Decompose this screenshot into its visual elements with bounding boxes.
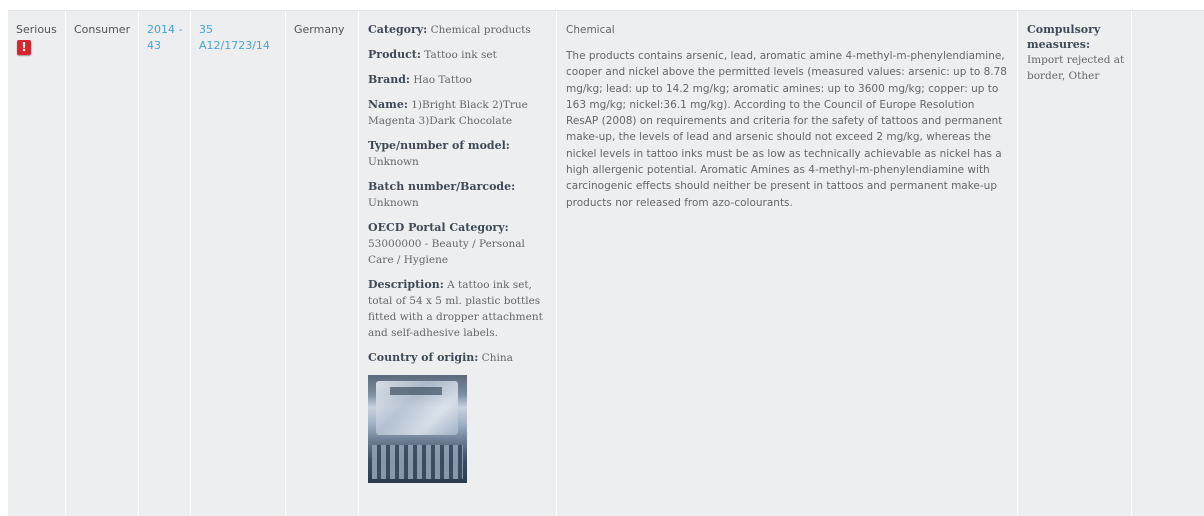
measures-cell: Compulsory measures: Import rejected at …: [1018, 11, 1132, 516]
reference-cell: 35 A12/1723/14: [191, 11, 286, 516]
batch-field: Batch number/Barcode: Unknown: [368, 179, 550, 211]
oecd-value: 53000000 - Beauty / Personal Care / Hygi…: [368, 238, 525, 266]
risk-description-cell: Chemical The products contains arsenic, …: [557, 11, 1018, 516]
brand-field: Brand: Hao Tattoo: [368, 72, 550, 88]
week-link[interactable]: 2014 - 43: [147, 22, 184, 54]
origin-field: Country of origin: China: [368, 350, 550, 366]
product-details-cell: Category: Chemical products Product: Tat…: [359, 11, 557, 516]
photo-label-shape: [390, 387, 442, 395]
brand-label: Brand:: [368, 73, 410, 86]
name-field: Name: 1)Bright Black 2)True Magenta 3)Da…: [368, 97, 550, 129]
origin-label: Country of origin:: [368, 351, 479, 364]
notifying-country-cell: Germany: [286, 11, 359, 516]
photo-bottles-shape: [372, 445, 463, 479]
product-value: Tattoo ink set: [424, 49, 497, 61]
product-field: Product: Tattoo ink set: [368, 47, 550, 63]
product-label: Product:: [368, 48, 421, 61]
results-page: Serious ! Consumer 2014 - 43 35 A12/1723…: [0, 0, 1204, 516]
model-field: Type/number of model: Unknown: [368, 138, 550, 170]
brand-value: Hao Tattoo: [413, 74, 472, 86]
risk-text: The products contains arsenic, lead, aro…: [566, 50, 1007, 209]
category-field: Category: Chemical products: [368, 22, 550, 38]
notifying-country-text: Germany: [294, 23, 345, 36]
batch-value: Unknown: [368, 197, 419, 209]
reference-link[interactable]: 35 A12/1723/14: [199, 22, 279, 54]
measures-label: Compulsory measures:: [1027, 23, 1101, 51]
measures-value: Import rejected at border, Other: [1027, 54, 1125, 82]
product-user-cell: Consumer: [66, 11, 139, 516]
name-label: Name:: [368, 98, 408, 111]
empty-cell: [1132, 11, 1204, 516]
exclamation-icon: !: [17, 40, 31, 55]
product-user-text: Consumer: [74, 23, 131, 36]
origin-value: China: [481, 352, 513, 364]
model-label: Type/number of model:: [368, 139, 510, 152]
description-field: Description: A tattoo ink set, total of …: [368, 277, 550, 341]
risk-type: Chemical: [566, 24, 615, 36]
week-cell: 2014 - 43: [139, 11, 191, 516]
table-row: Serious ! Consumer 2014 - 43 35 A12/1723…: [8, 10, 1204, 516]
oecd-label: OECD Portal Category:: [368, 221, 509, 234]
category-value: Chemical products: [430, 24, 531, 36]
model-value: Unknown: [368, 156, 419, 168]
oecd-field: OECD Portal Category: 53000000 - Beauty …: [368, 220, 550, 268]
product-photo[interactable]: [368, 375, 467, 483]
risk-level-text: Serious: [16, 23, 57, 36]
description-label: Description:: [368, 278, 444, 291]
category-label: Category:: [368, 23, 428, 36]
batch-label: Batch number/Barcode:: [368, 180, 516, 193]
risk-level-cell: Serious !: [8, 11, 66, 516]
